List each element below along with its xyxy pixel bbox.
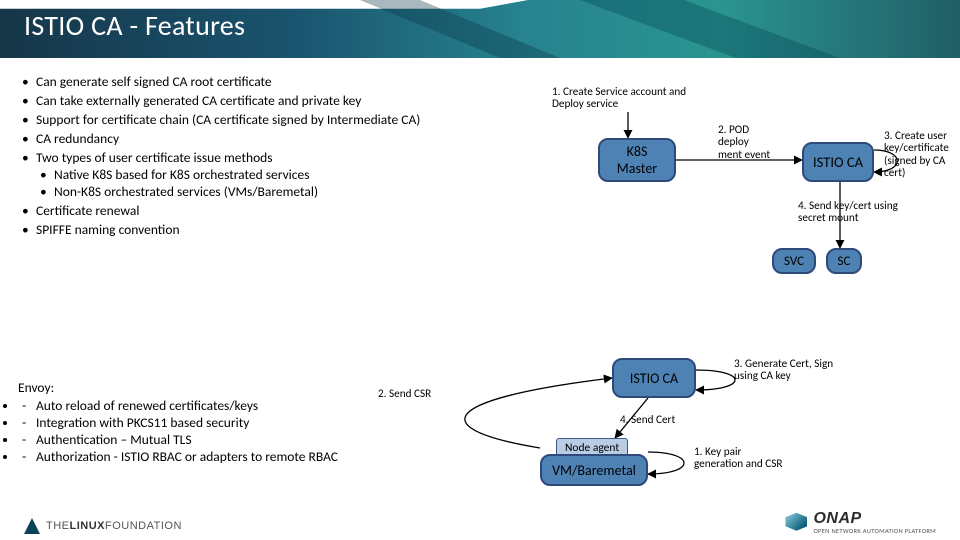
label-step2: 2. POD deploy ment event <box>718 124 774 161</box>
node-istio-ca-top: ISTIO CA <box>802 142 874 182</box>
linux-foundation-icon <box>24 518 40 534</box>
bullet: Support for certificate chain (CA certif… <box>18 112 458 129</box>
label-send-cert: 4. Send Cert <box>620 414 690 426</box>
label-step4: 4. Send key/cert using secret mount <box>798 200 918 225</box>
onap-subtext: OPEN NETWORK AUTOMATION PLATFORM <box>813 528 936 535</box>
bullet: Certificate renewal <box>18 203 458 220</box>
arrow-create-cert <box>874 150 897 172</box>
slide-footer: THELINUXFOUNDATION ONAP OPEN NETWORK AUT… <box>0 508 960 534</box>
sub-bullet: Native K8S based for K8S orchestrated se… <box>36 167 458 184</box>
label-step1: 1. Create Service account and Deploy ser… <box>552 86 692 111</box>
envoy-section: Envoy: Auto reload of renewed certificat… <box>18 380 438 465</box>
bullet: Can generate self signed CA root certifi… <box>18 74 458 91</box>
label-step3: 3. Create user key/certificate (signed b… <box>884 130 958 179</box>
feature-bullet-list: Can generate self signed CA root certifi… <box>18 74 458 241</box>
node-svc: SVC <box>772 248 816 274</box>
node-vm-baremetal: VM/Baremetal <box>540 454 648 486</box>
envoy-item: Authentication – Mutual TLS <box>18 432 438 449</box>
bullet: Can take externally generated CA certifi… <box>18 93 458 110</box>
arrow-send-csr <box>465 378 612 448</box>
envoy-item: Auto reload of renewed certificates/keys <box>18 398 438 415</box>
onap-icon <box>785 513 807 531</box>
arrow-send-cert <box>615 398 648 438</box>
node-sc: SC <box>826 248 862 274</box>
onap-logo: ONAP OPEN NETWORK AUTOMATION PLATFORM <box>785 510 936 535</box>
bullet: CA redundancy <box>18 131 458 148</box>
envoy-item: Authorization - ISTIO RBAC or adapters t… <box>18 449 438 466</box>
sub-bullet: Non-K8S orchestrated services (VMs/Barem… <box>36 184 458 201</box>
envoy-heading: Envoy: <box>18 380 438 397</box>
bullet: SPIFFE naming convention <box>18 222 458 239</box>
node-agent-box: Node agent <box>556 438 628 458</box>
linux-foundation-logo: THELINUXFOUNDATION <box>24 518 182 534</box>
node-istio-ca-mid: ISTIO CA <box>612 358 696 398</box>
bullet-label: Two types of user certificate issue meth… <box>36 149 273 166</box>
onap-text: ONAP <box>813 510 936 528</box>
label-gen-cert: 3. Generate Cert, Sign using CA key <box>734 358 834 383</box>
title-band: ISTIO CA - Features <box>0 0 960 58</box>
arrow-generate-cert <box>696 370 735 390</box>
linux-foundation-text: THELINUXFOUNDATION <box>46 520 182 532</box>
envoy-item: Integration with PKCS11 based security <box>18 415 438 432</box>
label-keypair: 1. Key pair generation and CSR <box>694 446 784 471</box>
node-k8s-master: K8S Master <box>598 138 676 182</box>
arrow-keypair-csr <box>648 452 684 474</box>
slide-title: ISTIO CA - Features <box>24 8 245 43</box>
bullet: Two types of user certificate issue meth… <box>18 150 458 202</box>
